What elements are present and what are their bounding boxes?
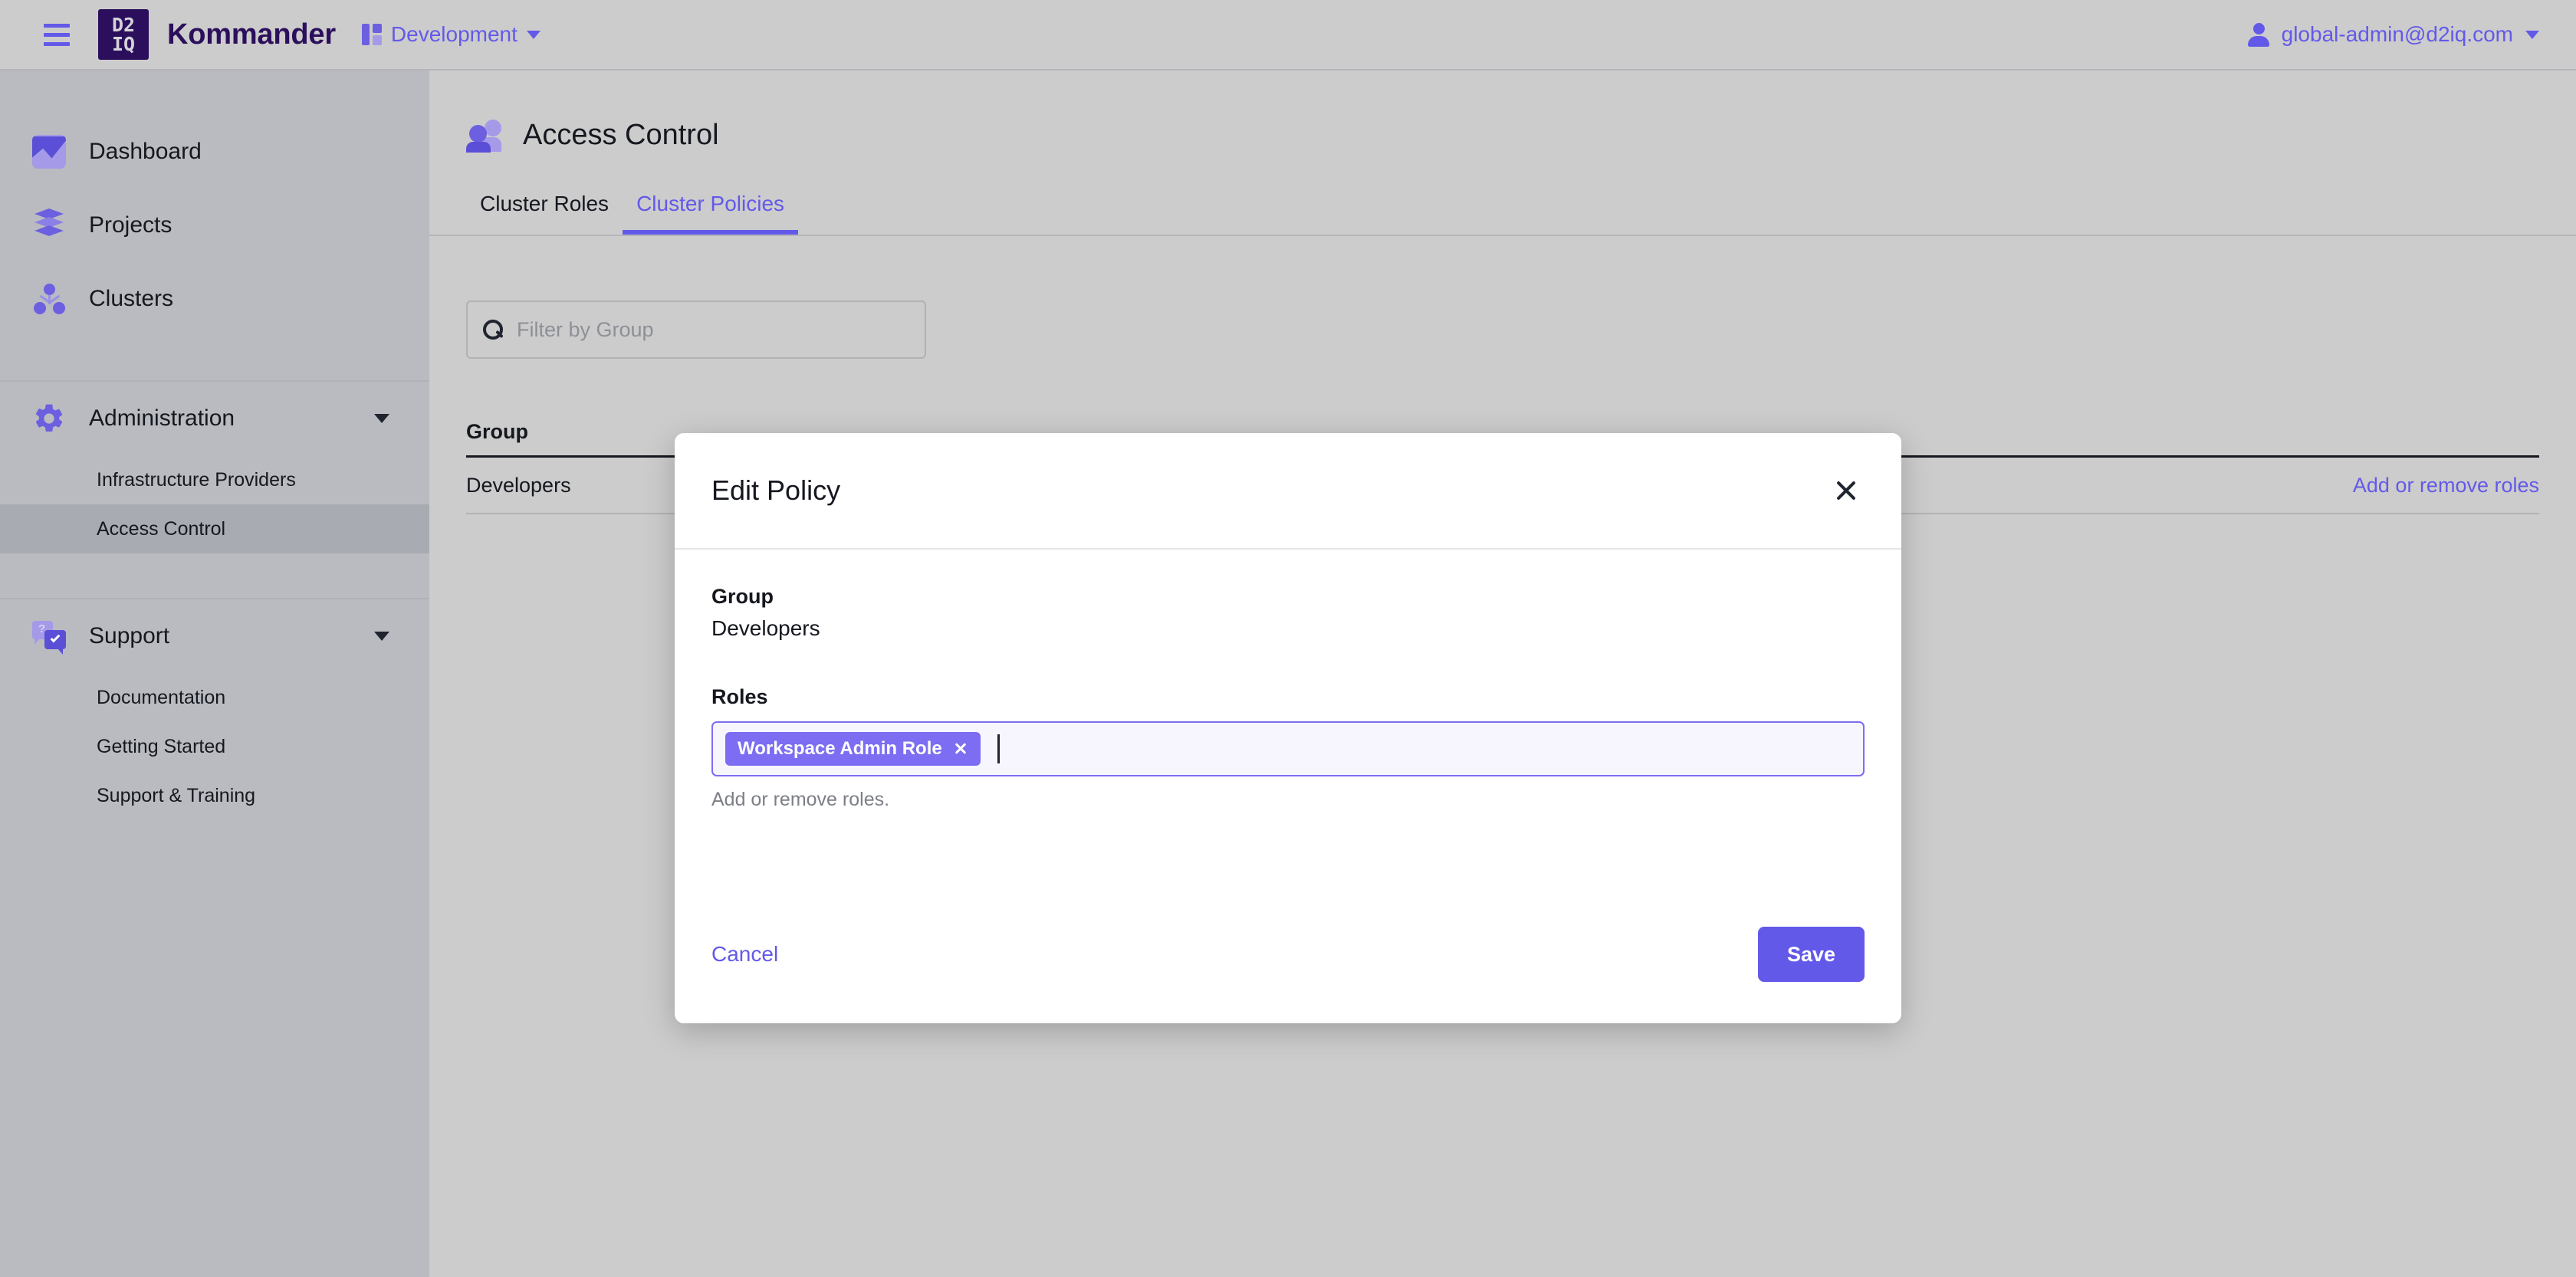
remove-role-icon[interactable] — [953, 741, 968, 757]
group-label: Group — [711, 585, 774, 608]
hamburger-bar — [44, 32, 70, 37]
sidebar-subitem-label: Documentation — [97, 686, 226, 708]
hamburger-icon[interactable] — [32, 0, 81, 70]
sidebar-item-label: Administration — [89, 405, 235, 431]
top-bar: D2 IQ Kommander Development global-admin… — [0, 0, 2576, 71]
dialog-header: Edit Policy — [675, 433, 1901, 550]
sidebar-item-support[interactable]: ? Support — [0, 599, 429, 673]
search-icon — [483, 320, 503, 340]
search-input[interactable] — [517, 317, 885, 342]
sidebar-item-infrastructure-providers[interactable]: Infrastructure Providers — [0, 455, 429, 504]
sidebar-item-label: Projects — [89, 212, 172, 238]
dialog-body: Group Developers Roles Workspace Admin R… — [675, 550, 1901, 811]
support-icon: ? — [32, 619, 66, 655]
tab-bar: Cluster Roles Cluster Policies — [429, 192, 2576, 235]
sidebar-item-getting-started[interactable]: Getting Started — [0, 722, 429, 771]
column-header-group: Group — [466, 419, 528, 443]
filter-area — [429, 236, 2576, 359]
role-chip-label: Workspace Admin Role — [738, 738, 942, 759]
clusters-icon — [32, 282, 66, 316]
sidebar-subitem-label: Access Control — [97, 517, 226, 540]
save-button[interactable]: Save — [1757, 927, 1865, 982]
user-menu[interactable]: global-admin@d2iq.com — [2247, 22, 2539, 47]
roles-label: Roles — [711, 685, 768, 708]
cancel-button[interactable]: Cancel — [711, 942, 778, 967]
sidebar-subitem-label: Getting Started — [97, 735, 226, 757]
roles-multiselect-input[interactable]: Workspace Admin Role — [711, 721, 1865, 776]
dialog-title: Edit Policy — [711, 474, 841, 506]
add-or-remove-roles-link[interactable]: Add or remove roles — [2353, 474, 2539, 497]
hamburger-bar — [44, 23, 70, 28]
chevron-down-icon — [526, 30, 540, 39]
sidebar-item-clusters[interactable]: Clusters — [0, 262, 429, 336]
logo-line-2: IQ — [111, 33, 136, 55]
workspace-icon — [361, 24, 382, 45]
chevron-down-icon — [374, 632, 389, 641]
sidebar-item-support-training[interactable]: Support & Training — [0, 771, 429, 820]
d2iq-logo[interactable]: D2 IQ — [98, 9, 149, 60]
sidebar: Dashboard Projects Clusters Administrati… — [0, 71, 429, 1277]
chevron-down-icon — [374, 414, 389, 423]
sidebar-item-documentation[interactable]: Documentation — [0, 673, 429, 722]
edit-policy-dialog: Edit Policy Group Developers Roles Works… — [675, 433, 1901, 1023]
chevron-down-icon — [2525, 30, 2539, 39]
gear-icon — [32, 402, 66, 435]
hamburger-bar — [44, 41, 70, 46]
group-value: Developers — [711, 616, 820, 640]
workspace-selector[interactable]: Development — [361, 22, 540, 47]
sidebar-item-label: Clusters — [89, 286, 174, 311]
sidebar-item-administration[interactable]: Administration — [0, 382, 429, 455]
dashboard-icon — [32, 135, 66, 169]
tab-label: Cluster Roles — [480, 192, 610, 215]
sidebar-subitem-label: Infrastructure Providers — [97, 468, 296, 491]
sidebar-item-projects[interactable]: Projects — [0, 189, 429, 262]
cell-group: Developers — [466, 473, 571, 497]
projects-icon — [32, 208, 66, 242]
people-icon — [466, 118, 501, 153]
tab-label: Cluster Policies — [636, 192, 785, 215]
close-icon[interactable] — [1828, 472, 1865, 509]
tab-cluster-roles[interactable]: Cluster Roles — [466, 192, 623, 235]
sidebar-item-label: Support — [89, 623, 170, 648]
roles-helper-text: Add or remove roles. — [711, 789, 890, 810]
workspace-label: Development — [390, 22, 518, 46]
page-header: Access Control — [429, 71, 2576, 153]
sidebar-item-access-control[interactable]: Access Control — [0, 504, 429, 553]
app-title: Kommander — [167, 18, 336, 51]
sidebar-item-dashboard[interactable]: Dashboard — [0, 115, 429, 189]
tab-cluster-policies[interactable]: Cluster Policies — [623, 192, 798, 235]
search-field[interactable] — [466, 300, 926, 359]
dialog-footer: Cancel Save — [675, 885, 1901, 1023]
page-title: Access Control — [523, 118, 719, 151]
text-cursor — [997, 734, 1000, 763]
role-chip[interactable]: Workspace Admin Role — [725, 732, 981, 766]
user-email-label: global-admin@d2iq.com — [2281, 22, 2513, 46]
person-icon — [2247, 23, 2269, 47]
logo-line-1: D2 — [111, 14, 136, 36]
sidebar-subitem-label: Support & Training — [97, 784, 256, 806]
sidebar-item-label: Dashboard — [89, 139, 202, 164]
